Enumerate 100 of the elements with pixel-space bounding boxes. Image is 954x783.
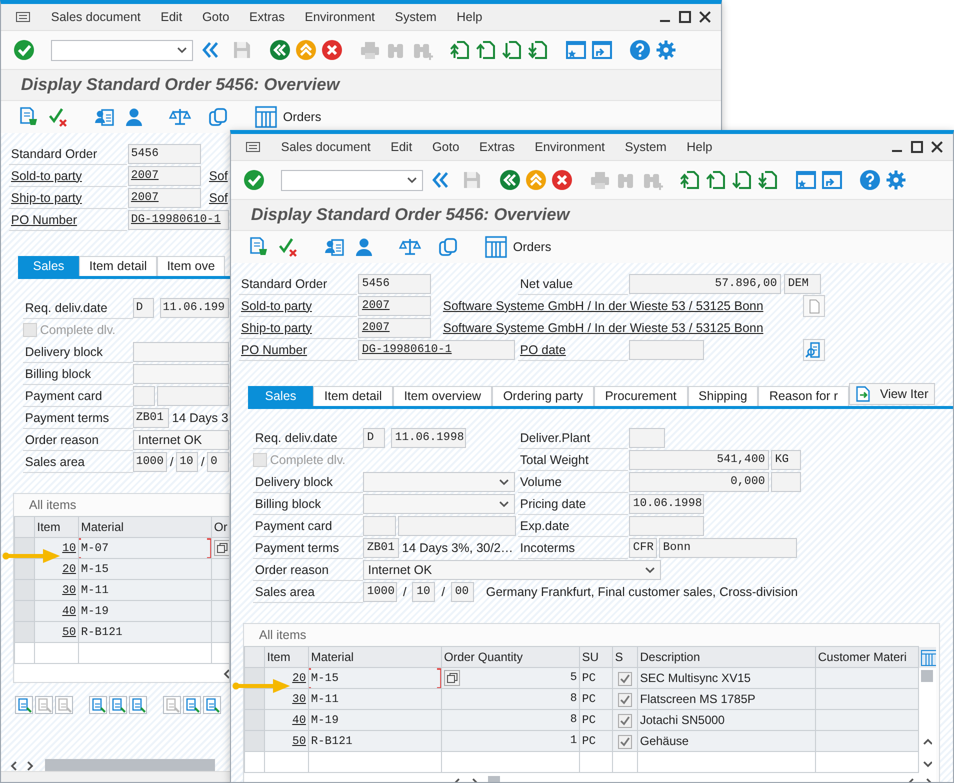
new-window-icon[interactable] bbox=[795, 169, 817, 191]
input-field[interactable]: D bbox=[133, 298, 154, 318]
input-field[interactable]: 00 bbox=[450, 582, 474, 602]
table-row[interactable]: 40 M-19 8 PC Jotachi SN5000 bbox=[244, 710, 936, 730]
input-field[interactable]: 10 bbox=[412, 582, 436, 602]
orders-button[interactable]: Orders bbox=[483, 236, 554, 258]
help-icon[interactable] bbox=[629, 39, 651, 61]
input-field[interactable]: 1000 bbox=[363, 582, 397, 602]
cancel-icon[interactable] bbox=[551, 169, 573, 191]
check-cross-icon[interactable] bbox=[277, 236, 299, 258]
settings-icon[interactable] bbox=[655, 39, 677, 61]
input-field[interactable]: 1000 bbox=[133, 452, 167, 472]
menu-item[interactable]: System bbox=[394, 8, 437, 26]
input-field[interactable]: 2007 bbox=[128, 166, 201, 186]
scroll-right-icon[interactable] bbox=[25, 758, 35, 770]
dropdown-field[interactable] bbox=[133, 364, 229, 384]
menu-item[interactable]: Environment bbox=[534, 138, 605, 156]
input-field[interactable]: DG-19980610-1 bbox=[358, 340, 515, 360]
menu-item[interactable]: Goto bbox=[432, 138, 460, 156]
tab[interactable]: Procurement bbox=[594, 386, 688, 406]
menu-item[interactable]: Help bbox=[686, 138, 712, 156]
tab[interactable]: Item overview bbox=[392, 386, 492, 406]
tab[interactable]: Item detail bbox=[313, 386, 393, 406]
input-field[interactable]: 5456 bbox=[128, 144, 201, 164]
dropdown-field[interactable] bbox=[133, 342, 229, 362]
input-field[interactable] bbox=[629, 340, 704, 360]
input-field[interactable] bbox=[629, 516, 704, 536]
document-basket-icon[interactable] bbox=[247, 236, 269, 258]
dropdown-field[interactable] bbox=[363, 494, 515, 514]
documents-icon[interactable] bbox=[437, 236, 459, 258]
new-window-icon[interactable] bbox=[565, 39, 587, 61]
command-field[interactable] bbox=[51, 40, 193, 60]
field-link[interactable]: Ship-to party bbox=[239, 318, 357, 338]
window-icon[interactable] bbox=[821, 169, 843, 191]
input-field[interactable]: 5456 bbox=[358, 274, 431, 294]
tab[interactable]: Ordering party bbox=[492, 386, 594, 406]
contact-card-icon[interactable] bbox=[93, 106, 115, 128]
check-cross-icon[interactable] bbox=[47, 106, 69, 128]
copy-icon[interactable] bbox=[444, 670, 460, 686]
scroll-left-icon[interactable] bbox=[9, 758, 19, 770]
copy-icon[interactable] bbox=[214, 540, 228, 556]
back-icon[interactable] bbox=[499, 169, 521, 191]
input-field[interactable] bbox=[156, 386, 229, 406]
maximize-icon[interactable] bbox=[909, 139, 925, 155]
input-field[interactable] bbox=[771, 472, 801, 492]
next-page-icon[interactable] bbox=[501, 39, 523, 61]
help-icon[interactable] bbox=[859, 169, 881, 191]
scroll-left-icon[interactable] bbox=[222, 666, 229, 679]
menu-item[interactable]: Edit bbox=[390, 138, 412, 156]
input-field[interactable]: ZB01 bbox=[363, 538, 399, 558]
address-link[interactable]: Software Systeme GmbH / In der Wieste 53 / 53125 Bonn bbox=[443, 318, 803, 338]
input-field[interactable]: DG-19980610-1 bbox=[128, 210, 229, 230]
input-field[interactable] bbox=[133, 386, 155, 406]
exit-icon[interactable] bbox=[295, 39, 317, 61]
display-document-icon[interactable] bbox=[803, 339, 825, 361]
maximize-icon[interactable] bbox=[677, 9, 693, 25]
table-row[interactable]: 50 R-B121 1 PC Gehäuse bbox=[244, 730, 936, 752]
table-row[interactable]: 30 M-11 8 PC Flatscreen MS 1785P bbox=[244, 688, 936, 710]
settings-icon[interactable] bbox=[885, 169, 907, 191]
person-icon[interactable] bbox=[123, 106, 145, 128]
back-icon[interactable] bbox=[269, 39, 291, 61]
input-field[interactable]: 2007 bbox=[358, 296, 431, 316]
input-field[interactable]: 11.06.1998 bbox=[391, 428, 466, 448]
person-icon[interactable] bbox=[353, 236, 375, 258]
documents-icon[interactable] bbox=[207, 106, 229, 128]
tab[interactable]: Sales bbox=[248, 386, 314, 406]
close-icon[interactable] bbox=[929, 139, 945, 155]
menu-item[interactable]: Edit bbox=[160, 8, 182, 26]
dropdown-field[interactable]: Internet OK bbox=[133, 430, 229, 450]
document-icon[interactable] bbox=[803, 295, 825, 317]
input-field[interactable]: 57.896,00 bbox=[629, 274, 781, 294]
input-field[interactable]: 10 bbox=[176, 452, 198, 472]
window-icon[interactable] bbox=[591, 39, 613, 61]
input-field[interactable]: 0 bbox=[207, 452, 229, 472]
input-field[interactable]: 2007 bbox=[128, 188, 201, 208]
field-link[interactable]: PO Number bbox=[9, 210, 127, 230]
field-link[interactable]: Sold-to party bbox=[9, 166, 127, 186]
menu-item[interactable]: Environment bbox=[304, 8, 375, 26]
menu-icon[interactable] bbox=[245, 139, 261, 155]
enter-icon[interactable] bbox=[13, 39, 35, 61]
input-field[interactable] bbox=[398, 516, 516, 536]
address-link[interactable]: Sof bbox=[209, 166, 228, 186]
address-link[interactable]: Sof bbox=[209, 188, 228, 208]
last-page-icon[interactable] bbox=[527, 39, 549, 61]
tab[interactable]: Reason for r bbox=[758, 386, 849, 406]
column-settings-icon[interactable] bbox=[921, 650, 936, 666]
input-field[interactable]: Bonn bbox=[659, 538, 797, 558]
field-link[interactable]: PO Number bbox=[239, 340, 357, 360]
input-field[interactable] bbox=[629, 428, 665, 448]
tab[interactable]: Sales bbox=[18, 256, 80, 276]
menu-item[interactable]: Sales document bbox=[51, 8, 141, 26]
tab[interactable]: Item ove bbox=[156, 256, 225, 276]
menu-item[interactable]: Sales document bbox=[281, 138, 371, 156]
scrollbar-thumb[interactable] bbox=[921, 670, 934, 682]
input-field[interactable]: D bbox=[363, 428, 385, 448]
menu-item[interactable]: Goto bbox=[202, 8, 230, 26]
address-link[interactable]: Software Systeme GmbH / In der Wieste 53 / 53125 Bonn bbox=[443, 296, 803, 316]
exit-icon[interactable] bbox=[525, 169, 547, 191]
cancel-icon[interactable] bbox=[321, 39, 343, 61]
input-field[interactable]: 10.06.1998 bbox=[629, 494, 704, 514]
